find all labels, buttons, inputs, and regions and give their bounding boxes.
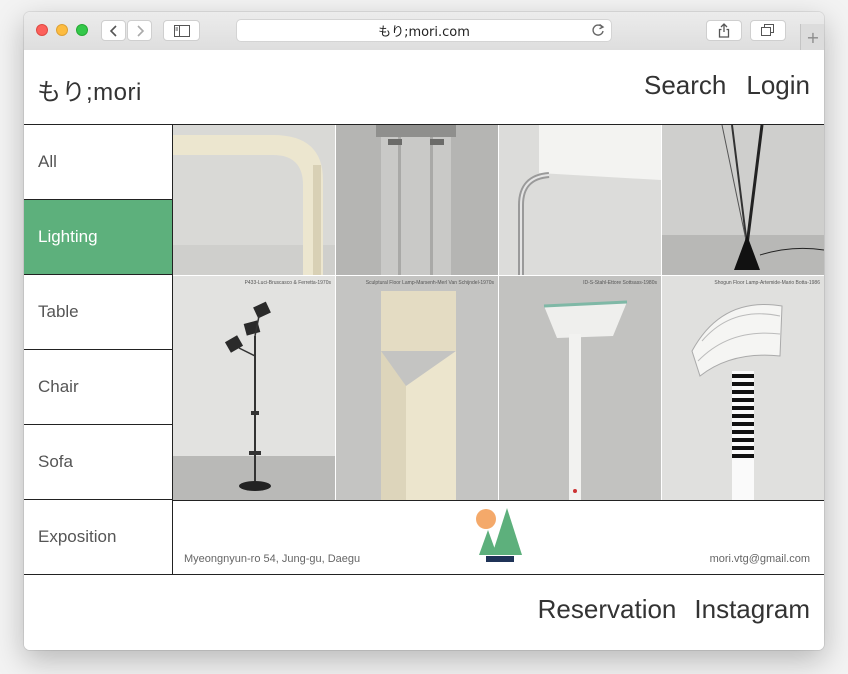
instagram-link[interactable]: Instagram: [694, 594, 810, 625]
sidebar-item-label: Table: [38, 302, 79, 321]
new-tab-button[interactable]: +: [800, 24, 824, 50]
mori-emblem-icon: [476, 508, 522, 562]
product-tile-arc-lamp-closeup[interactable]: [173, 125, 335, 275]
product-tile-sculptural-floor-lamp[interactable]: Sculptural Floor Lamp-Marsenh-Merl Van S…: [336, 276, 498, 500]
store-address: Myeongnyun-ro 54, Jung-gu, Daegu: [184, 553, 361, 565]
tripod-lamp-image: [662, 125, 824, 275]
sidebar-item-label: Exposition: [38, 527, 117, 546]
search-link[interactable]: Search: [644, 70, 726, 101]
back-button[interactable]: [101, 20, 126, 41]
sidebar-item-lighting[interactable]: Lighting: [24, 200, 173, 275]
site-logo[interactable]: もり;mori: [37, 72, 142, 107]
browser-toolbar: もり;mori.com +: [24, 12, 824, 51]
sidebar-item-all[interactable]: All: [24, 125, 173, 200]
sculptural-lamp-image: [336, 276, 498, 500]
tabs-overview-button[interactable]: [750, 20, 786, 41]
reload-button[interactable]: [591, 23, 605, 41]
sidebar-item-label: All: [38, 152, 57, 171]
category-sidebar: All Lighting Table Chair Sofa Exposition: [24, 125, 173, 575]
address-bar[interactable]: もり;mori.com: [236, 19, 612, 42]
reservation-link[interactable]: Reservation: [538, 594, 677, 625]
address-text: もり;mori.com: [378, 25, 470, 40]
sidebar-item-exposition[interactable]: Exposition: [24, 500, 173, 575]
product-tile-chrome-lamp-top[interactable]: [499, 125, 661, 275]
sidebar-item-label: Chair: [38, 377, 79, 396]
forward-button[interactable]: [127, 20, 152, 41]
chevron-left-icon: [109, 24, 117, 37]
minimize-window-button[interactable]: [56, 24, 68, 36]
chevron-right-icon: [136, 24, 144, 37]
panel-lamp-image: [336, 125, 498, 275]
bottom-bar: Reservation Instagram: [24, 574, 824, 650]
stand-lamp-image: [499, 276, 661, 500]
product-tile-panel-lamp-top[interactable]: [336, 125, 498, 275]
product-caption: ID-S-Stahl-Ettore Sottsass-1980s: [583, 280, 657, 286]
browser-window: もり;mori.com + もり;mori Search Login All L…: [24, 12, 824, 650]
header-nav: Search Login: [644, 70, 810, 101]
product-grid: P433-Luci-Bruscasco & Ferretta-1970s Scu…: [173, 125, 824, 500]
sidebar-item-chair[interactable]: Chair: [24, 350, 173, 425]
spotlight-lamp-image: [173, 276, 335, 500]
sidebar-item-label: Lighting: [38, 227, 98, 246]
contact-email[interactable]: mori.vtg@gmail.com: [710, 553, 810, 565]
plus-icon: +: [806, 27, 820, 47]
zoom-window-button[interactable]: [76, 24, 88, 36]
product-tile-shogun[interactable]: Shogun Floor Lamp-Artemide-Mario Botta-1…: [662, 276, 824, 500]
tabs-icon: [761, 24, 774, 36]
reload-icon: [592, 23, 605, 36]
login-link[interactable]: Login: [746, 70, 810, 101]
sidebar-item-label: Sofa: [38, 452, 73, 471]
emblem-base: [486, 556, 514, 562]
bottom-nav: Reservation Instagram: [538, 594, 810, 625]
sidebar-item-sofa[interactable]: Sofa: [24, 425, 173, 500]
web-page: もり;mori Search Login All Lighting Table …: [24, 50, 824, 650]
product-caption: Shogun Floor Lamp-Artemide-Mario Botta-1…: [714, 280, 820, 286]
sidebar-item-table[interactable]: Table: [24, 275, 173, 350]
product-tile-id-s[interactable]: ID-S-Stahl-Ettore Sottsass-1980s: [499, 276, 661, 500]
product-tile-tripod-lamp-base[interactable]: [662, 125, 824, 275]
share-icon: [718, 23, 730, 38]
site-header: もり;mori Search Login: [24, 50, 824, 125]
sidebar-icon: [173, 24, 190, 37]
chrome-lamp-image: [499, 125, 661, 275]
emblem-sun: [476, 509, 496, 529]
product-caption: P433-Luci-Bruscasco & Ferretta-1970s: [244, 280, 331, 286]
emblem-tree-large: [492, 508, 522, 555]
product-caption: Sculptural Floor Lamp-Marsenh-Merl Van S…: [365, 280, 494, 286]
close-window-button[interactable]: [36, 24, 48, 36]
share-button[interactable]: [706, 20, 742, 41]
info-footer: Myeongnyun-ro 54, Jung-gu, Daegu mori.vt…: [173, 500, 824, 575]
shogun-lamp-image: [662, 276, 824, 500]
sidebar-toggle-button[interactable]: [163, 20, 200, 41]
product-tile-p433[interactable]: P433-Luci-Bruscasco & Ferretta-1970s: [173, 276, 335, 500]
arc-lamp-image: [173, 125, 335, 275]
